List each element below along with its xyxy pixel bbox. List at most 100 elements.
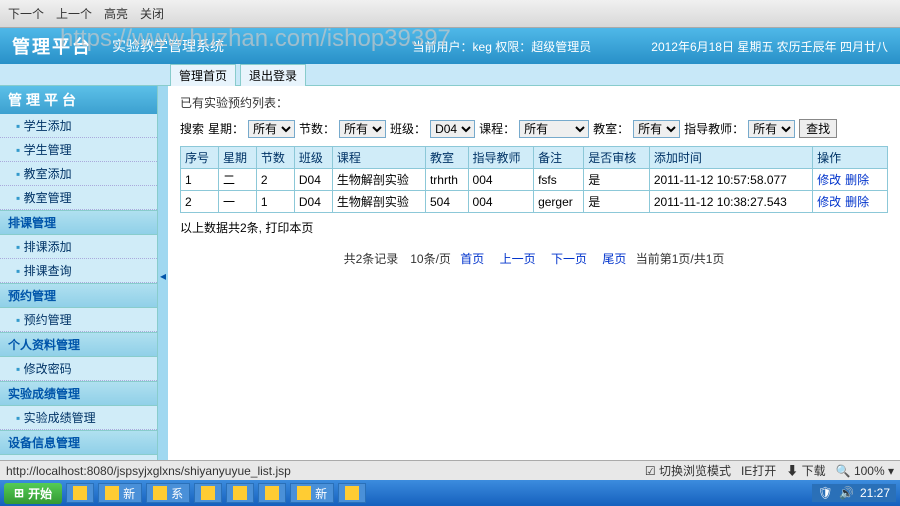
- column-header: 班级: [294, 147, 332, 169]
- taskbar-item[interactable]: [194, 483, 222, 503]
- taskbar-item[interactable]: [66, 483, 94, 503]
- tray-icon[interactable]: 🔊: [839, 486, 854, 500]
- app-icon: [73, 486, 87, 500]
- pager-total: 共2条记录 10条/页: [344, 252, 451, 266]
- sidebar: 管理平台 学生添加学生管理教室添加教室管理排课管理排课添加排课查询预约管理预约管…: [0, 86, 158, 466]
- table-cell: 一: [218, 191, 256, 213]
- user-info: 当前用户：keg 权限：超级管理员: [413, 38, 592, 55]
- column-header: 是否审核: [584, 147, 650, 169]
- app-icon: [297, 486, 311, 500]
- pager: 共2条记录 10条/页 首页 上一页 下一页 尾页 当前第1页/共1页: [180, 250, 888, 267]
- nav-close[interactable]: 关闭: [140, 5, 164, 22]
- teacher-select[interactable]: 所有: [748, 120, 795, 138]
- status-mode[interactable]: ☑ 切换浏览模式: [645, 462, 731, 479]
- pager-prev[interactable]: 上一页: [500, 252, 536, 266]
- taskbar-item[interactable]: [258, 483, 286, 503]
- table-cell: D04: [294, 169, 332, 191]
- edit-link[interactable]: 修改: [817, 195, 841, 209]
- sidebar-item[interactable]: 实验成绩管理: [0, 406, 157, 430]
- app-header: 管理平台 实验教学管理系统 当前用户：keg 权限：超级管理员 2012年6月1…: [0, 28, 900, 64]
- table-cell: 1: [181, 169, 219, 191]
- table-cell: 生物解剖实验: [332, 169, 425, 191]
- table-cell: 是: [584, 191, 650, 213]
- data-table: 序号星期节数班级课程教室指导教师备注是否审核添加时间操作 1二2D04生物解剖实…: [180, 146, 888, 213]
- taskbar-item[interactable]: 新: [98, 483, 142, 503]
- status-ie[interactable]: IE打开: [741, 462, 776, 479]
- period-select[interactable]: 所有: [339, 120, 386, 138]
- sidebar-category[interactable]: 设备信息管理: [0, 430, 157, 455]
- sidebar-item[interactable]: 学生添加: [0, 114, 157, 138]
- column-header: 指导教师: [468, 147, 534, 169]
- search-label: 搜索: [180, 120, 204, 137]
- op-cell: 修改删除: [813, 191, 888, 213]
- system-tray[interactable]: 🛡 🔊 21:27: [812, 484, 896, 502]
- sidebar-category[interactable]: 实验成绩管理: [0, 381, 157, 406]
- search-button[interactable]: 查找: [799, 119, 837, 138]
- taskbar-item[interactable]: 新: [290, 483, 334, 503]
- sidebar-item[interactable]: 教室添加: [0, 162, 157, 186]
- system-title: 实验教学管理系统: [112, 36, 224, 56]
- summary-text: 以上数据共2条, 打印本页: [180, 219, 888, 236]
- table-cell: 2011-11-12 10:38:27.543: [649, 191, 812, 213]
- sidebar-item[interactable]: 预约管理: [0, 308, 157, 332]
- tray-icon[interactable]: 🛡: [818, 486, 833, 500]
- app-icon: [105, 486, 119, 500]
- sidebar-item[interactable]: 排课查询: [0, 259, 157, 283]
- taskbar-item[interactable]: 系: [146, 483, 190, 503]
- table-cell: 004: [468, 191, 534, 213]
- op-cell: 修改删除: [813, 169, 888, 191]
- sidebar-title: 管理平台: [0, 86, 157, 114]
- nav-highlight[interactable]: 高亮: [104, 5, 128, 22]
- sidebar-collapse-handle[interactable]: ◂: [158, 86, 168, 466]
- course-select[interactable]: 所有: [519, 120, 589, 138]
- top-tabs: 管理首页 退出登录: [0, 64, 900, 86]
- table-cell: 2: [181, 191, 219, 213]
- pager-last[interactable]: 尾页: [602, 252, 626, 266]
- pager-pos: 当前第1页/共1页: [636, 252, 725, 266]
- taskbar-item[interactable]: [226, 483, 254, 503]
- column-header: 添加时间: [649, 147, 812, 169]
- start-button[interactable]: ⊞开始: [4, 483, 62, 504]
- download-icon[interactable]: ⬇ 下载: [786, 462, 825, 479]
- sidebar-item[interactable]: 修改密码: [0, 357, 157, 381]
- platform-title: 管理平台: [12, 33, 92, 59]
- sidebar-category[interactable]: 个人资料管理: [0, 332, 157, 357]
- delete-link[interactable]: 删除: [845, 173, 869, 187]
- table-cell: 生物解剖实验: [332, 191, 425, 213]
- column-header: 序号: [181, 147, 219, 169]
- tab-home[interactable]: 管理首页: [170, 64, 236, 86]
- sidebar-category[interactable]: 排课管理: [0, 210, 157, 235]
- sidebar-item[interactable]: 学生管理: [0, 138, 157, 162]
- room-label: 教室：: [593, 120, 629, 137]
- room-select[interactable]: 所有: [633, 120, 680, 138]
- edit-link[interactable]: 修改: [817, 173, 841, 187]
- sidebar-category[interactable]: 预约管理: [0, 283, 157, 308]
- nav-next[interactable]: 下一个: [8, 5, 44, 22]
- content-area: 已有实验预约列表： 搜索 星期： 所有 节数： 所有 班级： D04 课程： 所…: [168, 86, 900, 466]
- table-row: 2一1D04生物解剖实验504004gerger是2011-11-12 10:3…: [181, 191, 888, 213]
- app-icon: [265, 486, 279, 500]
- pager-first[interactable]: 首页: [460, 252, 484, 266]
- app-icon: [345, 486, 359, 500]
- week-select[interactable]: 所有: [248, 120, 295, 138]
- browser-nav-bar: 下一个 上一个 高亮 关闭: [0, 0, 900, 28]
- table-cell: 2011-11-12 10:57:58.077: [649, 169, 812, 191]
- zoom-level[interactable]: 🔍 100% ▾: [836, 464, 894, 478]
- sidebar-item[interactable]: 排课添加: [0, 235, 157, 259]
- sidebar-item[interactable]: 教室管理: [0, 186, 157, 210]
- status-url: http://localhost:8080/jspsyjxglxns/shiya…: [6, 464, 291, 478]
- column-header: 课程: [332, 147, 425, 169]
- pager-next[interactable]: 下一页: [551, 252, 587, 266]
- table-cell: 二: [218, 169, 256, 191]
- column-header: 星期: [218, 147, 256, 169]
- nav-prev[interactable]: 上一个: [56, 5, 92, 22]
- table-row: 1二2D04生物解剖实验trhrth004fsfs是2011-11-12 10:…: [181, 169, 888, 191]
- table-cell: trhrth: [425, 169, 468, 191]
- table-cell: 1: [256, 191, 294, 213]
- taskbar-item[interactable]: [338, 483, 366, 503]
- table-cell: 504: [425, 191, 468, 213]
- delete-link[interactable]: 删除: [845, 195, 869, 209]
- class-select[interactable]: D04: [430, 120, 475, 138]
- tab-logout[interactable]: 退出登录: [240, 64, 306, 86]
- search-bar: 搜索 星期： 所有 节数： 所有 班级： D04 课程： 所有 教室： 所有 指…: [180, 119, 888, 138]
